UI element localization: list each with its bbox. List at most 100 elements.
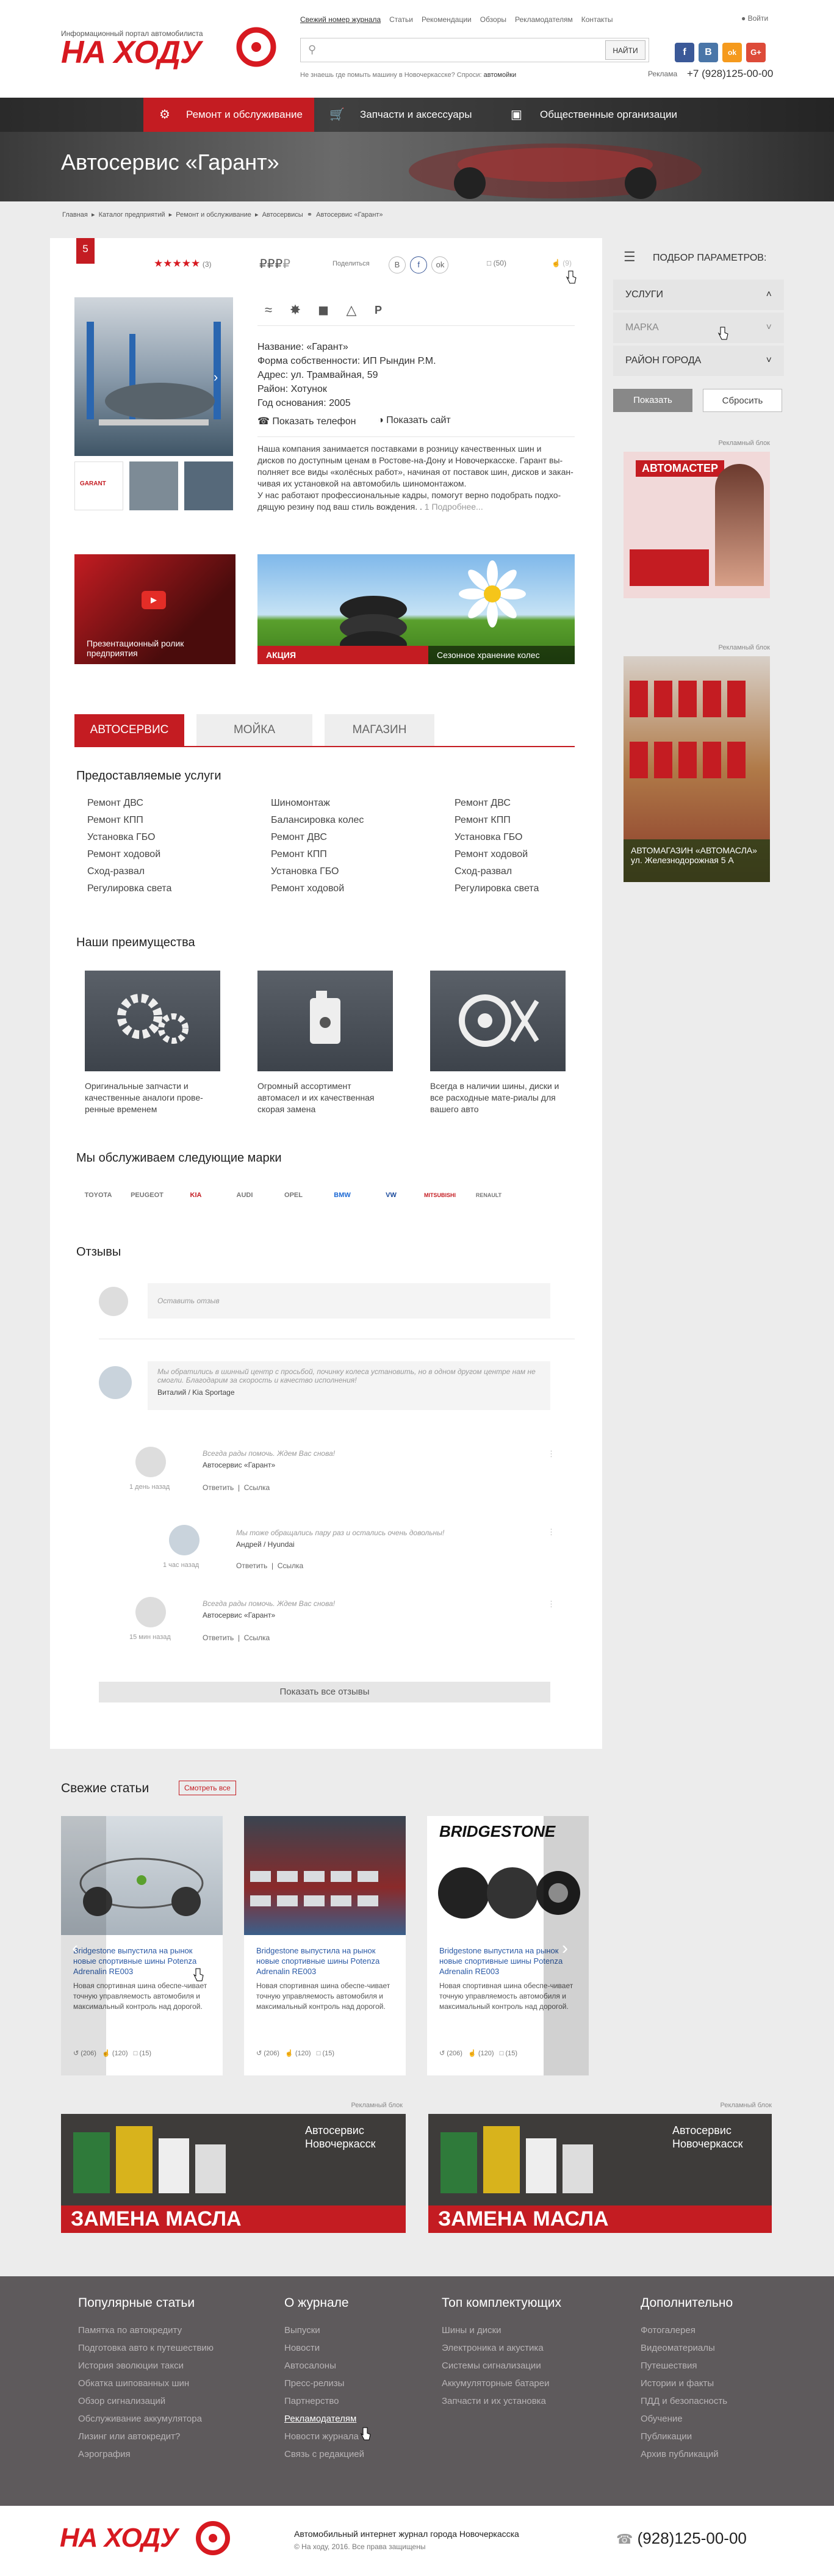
crumb-autoservice[interactable]: Автосервисы [262,211,303,219]
reply-link[interactable]: Ответить [203,1634,234,1642]
footer-link[interactable]: Шины и диски [442,2321,561,2339]
carousel-prev-overlay[interactable]: ‹ [61,1816,106,2075]
tab-autoservice[interactable]: АВТОСЕРВИС [74,714,184,746]
footer-link[interactable]: Выпуски [284,2321,364,2339]
footer-link[interactable]: Новости журнала [284,2428,364,2445]
article-card-2[interactable]: Bridgestone выпустила на рынок новые спо… [244,1816,406,2075]
thumb-logo[interactable]: GARANT [74,461,123,510]
reply-link[interactable]: Ответить [203,1483,234,1492]
more-icon[interactable]: ⋮ [547,1449,555,1459]
nav-articles[interactable]: Статьи [389,15,413,24]
kia-icon[interactable]: KIA [178,1183,214,1207]
footer-link[interactable]: Подготовка авто к путешествию [78,2339,214,2357]
footer-link[interactable]: Аэрография [78,2445,214,2463]
star-rating[interactable]: ★★★★★ (3) [154,258,212,270]
thumb-photo-3[interactable] [184,461,233,510]
show-phone-button[interactable]: ☎ Показать телефон [257,415,356,427]
footer-logo[interactable]: НА ХОДУ [60,2523,178,2553]
footer-link[interactable]: Фотогалерея [641,2321,733,2339]
toyota-icon[interactable]: TOYOTA [81,1183,116,1207]
footer-link[interactable]: История эволюции такси [78,2357,214,2375]
video-promo[interactable]: ▶ Презентационный ролик предприятия [74,554,235,664]
share-facebook-icon[interactable]: f [410,256,428,273]
footer-link[interactable]: Памятка по автокредиту [78,2321,214,2339]
footer-link[interactable]: Истории и факты [641,2375,733,2392]
link-link[interactable]: Ссылка [244,1483,270,1492]
footer-link[interactable]: Автосалоны [284,2357,364,2375]
action-promo[interactable]: АКЦИЯ Сезонное хранение колес [257,554,575,664]
peugeot-icon[interactable]: PEUGEOT [129,1183,165,1207]
footer-link[interactable]: Обучение [641,2410,733,2428]
footer-link[interactable]: Публикации [641,2428,733,2445]
filter-district[interactable]: РАЙОН ГОРОДА ˅ [613,346,784,376]
footer-link[interactable]: Связь с редакцией [284,2445,364,2463]
link-link[interactable]: Ссылка [278,1561,303,1570]
footer-link[interactable]: Обзор сигнализаций [78,2392,214,2410]
cat-parts[interactable]: 🛒 Запчасти и аксессуары [317,98,494,132]
show-site-button[interactable]: ◑ Показать сайт [378,415,451,426]
reply-link[interactable]: Ответить [236,1561,267,1570]
bmw-icon[interactable]: BMW [325,1183,360,1207]
more-icon[interactable]: ⋮ [547,1527,555,1537]
article-card-1[interactable]: Bridgestone выпустила на рынок новые спо… [61,1816,223,2075]
footer-link[interactable]: Обкатка шипованных шин [78,2375,214,2392]
photo-next-icon[interactable]: › [214,369,218,385]
review-input[interactable]: Оставить отзыв [148,1283,550,1319]
footer-link[interactable]: Лизинг или автокредит? [78,2428,214,2445]
vw-icon[interactable]: VW [373,1183,409,1207]
show-button[interactable]: Показать [613,389,692,412]
comments-count[interactable]: □ (50) [487,259,506,267]
opel-icon[interactable]: OPEL [276,1183,311,1207]
article-title-2[interactable]: Bridgestone выпустила на рынок новые спо… [256,1945,400,1977]
nav-contacts[interactable]: Контакты [581,15,613,24]
renault-icon[interactable]: RENAULT [471,1183,506,1207]
see-all-button[interactable]: Смотреть все [179,1781,236,1795]
tab-wash[interactable]: МОЙКА [196,714,312,746]
filter-brand[interactable]: МАРКА ˅ [613,313,784,343]
footer-link[interactable]: Пресс-релизы [284,2375,364,2392]
nav-journal[interactable]: Свежий номер журнала [300,15,381,24]
footer-link[interactable]: Системы сигнализации [442,2357,561,2375]
nav-advertisers[interactable]: Рекламодателям [515,15,573,24]
odnoklassniki-icon[interactable]: ok [722,43,742,62]
footer-link[interactable]: Аккумуляторные батареи [442,2375,561,2392]
footer-link[interactable]: Запчасти и их установка [442,2392,561,2410]
show-all-reviews-button[interactable]: Показать все отзывы [99,1682,550,1702]
share-ok-icon[interactable]: ok [431,256,449,273]
site-logo[interactable]: НА ХОДУ [61,34,201,71]
login-link[interactable]: ● Войти [741,14,768,23]
sidebar-ad-automaster[interactable]: АВТОМАСТЕР [624,452,770,598]
crumb-repair[interactable]: Ремонт и обслуживание [176,211,251,219]
footer-link[interactable]: Новости [284,2339,364,2357]
carousel-next-overlay[interactable]: › [544,1816,589,2075]
tab-shop[interactable]: МАГАЗИН [325,714,434,746]
audi-icon[interactable]: AUDI [227,1183,262,1207]
reset-button[interactable]: Сбросить [703,389,782,412]
sidebar-ad-automasla[interactable]: АВТОМАГАЗИН «АВТОМАСЛА» ул. Железнодорожн… [624,656,770,882]
article-card-3[interactable]: BRIDGESTONE Bridgestone выпустила на рын… [427,1816,589,2075]
footer-link[interactable]: Видеоматериалы [641,2339,733,2357]
footer-link[interactable]: Партнерство [284,2392,364,2410]
hint-link[interactable]: автомойки [484,71,517,79]
footer-link[interactable]: Электроника и акустика [442,2339,561,2357]
footer-link[interactable]: Обслуживание аккумулятора [78,2410,214,2428]
share-vk-icon[interactable]: B [389,256,406,273]
likes-count[interactable]: ☝ (9) [552,259,572,267]
search-input[interactable]: ⚲ [300,38,649,62]
crumb-home[interactable]: Главная [62,211,88,219]
cat-repair[interactable]: ⚙ Ремонт и обслуживание [143,98,314,132]
filter-services[interactable]: УСЛУГИ ˄ [613,280,784,310]
link-link[interactable]: Ссылка [244,1634,270,1642]
find-button[interactable]: НАЙТИ [605,40,645,60]
footer-link[interactable]: Путешествия [641,2357,733,2375]
nav-recommend[interactable]: Рекомендации [422,15,472,24]
banner-oil-2[interactable]: Автосервис Новочеркасск ЗАМЕНА МАСЛА [428,2114,772,2233]
footer-link[interactable]: ПДД и безопасность [641,2392,733,2410]
nav-reviews[interactable]: Обзоры [480,15,506,24]
facebook-icon[interactable]: f [675,43,694,62]
vk-icon[interactable]: B [699,43,718,62]
more-icon[interactable]: ⋮ [547,1599,555,1609]
crumb-catalog[interactable]: Каталог предприятий [99,211,165,219]
mitsubishi-icon[interactable]: MITSUBISHI [422,1183,458,1207]
footer-link[interactable]: Рекламодателям [284,2410,364,2428]
